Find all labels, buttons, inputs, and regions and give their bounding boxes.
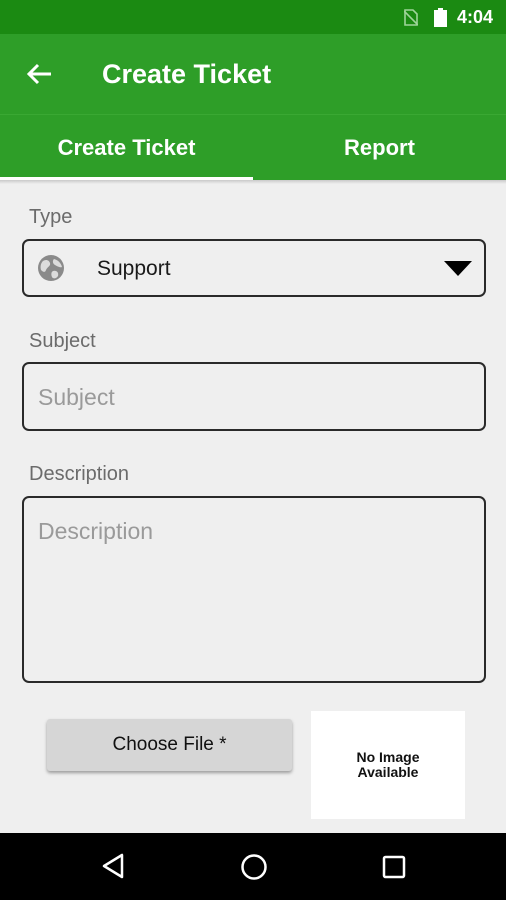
home-circle-icon[interactable] <box>240 853 268 881</box>
globe-icon <box>38 255 64 281</box>
status-bar: 4:04 <box>0 0 506 34</box>
app-bar: Create Ticket <box>0 34 506 114</box>
image-preview: No Image Available <box>311 711 465 819</box>
subject-input[interactable] <box>38 384 458 411</box>
arrow-left-icon[interactable] <box>22 56 58 92</box>
recents-square-icon[interactable] <box>382 855 406 879</box>
no-image-text: No Image Available <box>356 749 420 780</box>
type-selected-value: Support <box>97 257 171 280</box>
tab-create-ticket[interactable]: Create Ticket <box>0 115 253 181</box>
subject-label: Subject <box>29 330 96 352</box>
navigation-bar <box>0 833 506 900</box>
subject-field-box <box>22 362 486 431</box>
description-input[interactable] <box>38 518 468 668</box>
choose-file-button[interactable]: Choose File * <box>47 719 292 771</box>
description-label: Description <box>29 463 130 485</box>
page-title: Create Ticket <box>102 59 272 89</box>
status-time: 4:04 <box>457 7 494 27</box>
battery-icon <box>434 8 447 27</box>
chevron-down-icon <box>444 261 472 276</box>
tab-report[interactable]: Report <box>253 115 506 181</box>
back-triangle-icon[interactable] <box>101 853 125 879</box>
type-label: Type <box>29 206 73 228</box>
type-dropdown[interactable]: Support <box>22 239 486 297</box>
no-sim-icon <box>404 9 418 26</box>
description-field-box <box>22 496 486 683</box>
tab-bar: Create Ticket Report <box>0 114 506 180</box>
tab-bar-shadow <box>0 180 506 184</box>
